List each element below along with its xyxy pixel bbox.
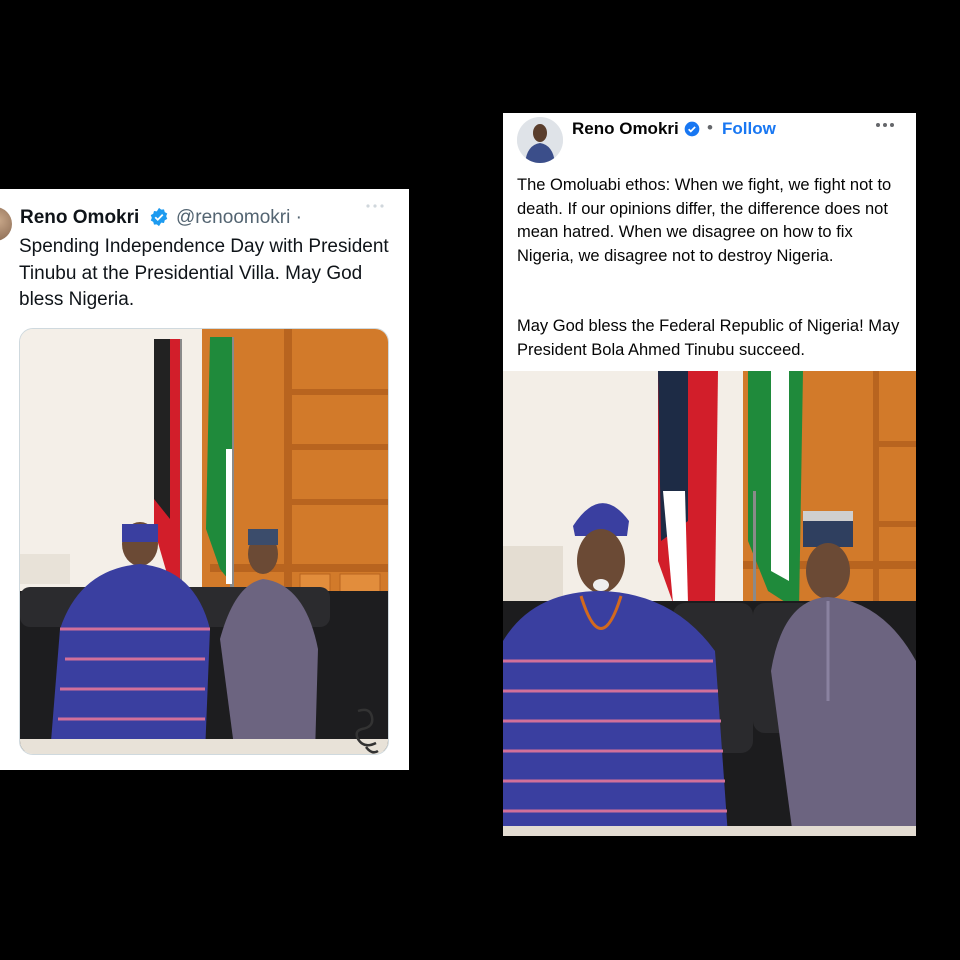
avatar[interactable] bbox=[517, 117, 563, 163]
post-text: Spending Independence Day with President… bbox=[19, 236, 389, 310]
author-handle[interactable]: @renoomokri · bbox=[176, 207, 302, 229]
post-photo[interactable] bbox=[503, 371, 916, 836]
verified-badge-icon bbox=[684, 121, 700, 137]
separator-dot: • bbox=[707, 118, 713, 137]
post-text-paragraph-1: The Omoluabi ethos: When we fight, we fi… bbox=[517, 176, 892, 265]
ellipsis-icon[interactable] bbox=[365, 203, 385, 209]
avatar[interactable] bbox=[0, 207, 12, 241]
verified-badge-icon bbox=[150, 207, 168, 227]
post-text-paragraph-2: May God bless the Federal Republic of Ni… bbox=[517, 317, 900, 359]
ellipsis-icon[interactable] bbox=[875, 122, 895, 128]
post-photo[interactable] bbox=[19, 328, 389, 755]
follow-button[interactable]: Follow bbox=[722, 119, 776, 139]
twitter-post-card: Reno Omokri @renoomokri · Spending Indep… bbox=[0, 189, 409, 770]
watermark-logo-icon bbox=[355, 708, 379, 754]
author-name[interactable]: Reno Omokri bbox=[20, 207, 139, 229]
facebook-post-card: Reno Omokri • Follow The Omoluabi ethos:… bbox=[503, 113, 916, 836]
author-name[interactable]: Reno Omokri bbox=[572, 119, 679, 139]
